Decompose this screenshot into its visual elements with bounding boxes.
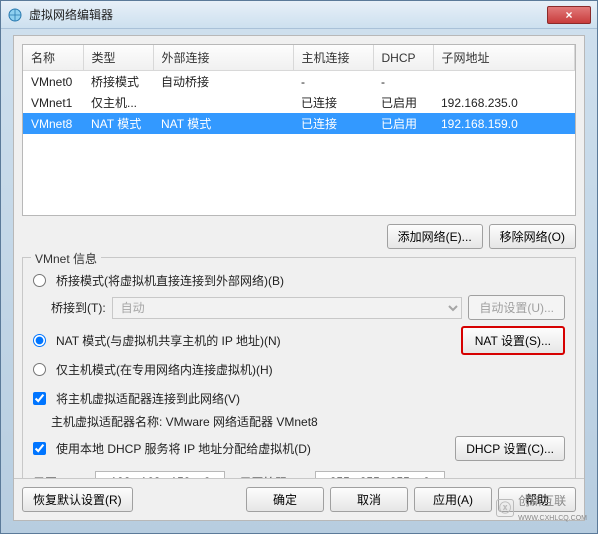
nat-settings-button[interactable]: NAT 设置(S)... — [461, 326, 565, 355]
close-icon: × — [565, 8, 572, 22]
bridge-to-select: 自动 — [112, 297, 463, 319]
cell: 已启用 — [373, 113, 433, 134]
col-dhcp[interactable]: DHCP — [373, 45, 433, 71]
col-subnet[interactable]: 子网地址 — [433, 45, 575, 71]
cell: VMnet0 — [23, 71, 83, 93]
cell: - — [373, 71, 433, 93]
help-button[interactable]: 帮助 — [498, 487, 576, 512]
connect-host-label: 将主机虚拟适配器连接到此网络(V) — [56, 390, 240, 407]
virtual-network-editor-window: 虚拟网络编辑器 × 名称 类型 外部连接 主机连接 DHCP 子网地址 — [0, 0, 598, 534]
use-dhcp-label: 使用本地 DHCP 服务将 IP 地址分配给虚拟机(D) — [56, 440, 311, 457]
connect-host-checkbox[interactable] — [33, 392, 46, 405]
window-title: 虚拟网络编辑器 — [29, 6, 547, 23]
col-type[interactable]: 类型 — [83, 45, 153, 71]
cell: - — [293, 71, 373, 93]
table-row[interactable]: VMnet1 仅主机... 已连接 已启用 192.168.235.0 — [23, 92, 575, 113]
cell — [433, 71, 575, 93]
cell — [153, 92, 293, 113]
apply-button[interactable]: 应用(A) — [414, 487, 492, 512]
cell: VMnet8 — [23, 113, 83, 134]
remove-network-button[interactable]: 移除网络(O) — [489, 224, 576, 249]
content-area: 名称 类型 外部连接 主机连接 DHCP 子网地址 VMnet0 桥接模式 自动… — [13, 35, 585, 521]
nat-mode-row: NAT 模式(与虚拟机共享主机的 IP 地址)(N) NAT 设置(S)... — [33, 326, 565, 355]
vmnet-info-group: VMnet 信息 桥接模式(将虚拟机直接连接到外部网络)(B) 桥接到(T): … — [22, 257, 576, 510]
ok-button[interactable]: 确定 — [246, 487, 324, 512]
cell: 桥接模式 — [83, 71, 153, 93]
cell: 仅主机... — [83, 92, 153, 113]
cell: 192.168.159.0 — [433, 113, 575, 134]
bridge-radio-label: 桥接模式(将虚拟机直接连接到外部网络)(B) — [56, 272, 284, 289]
adapter-name-row: 主机虚拟适配器名称: VMware 网络适配器 VMnet8 — [51, 413, 565, 430]
hostonly-mode-row: 仅主机模式(在专用网络内连接虚拟机)(H) — [33, 361, 565, 378]
bridge-to-row: 桥接到(T): 自动 自动设置(U)... — [51, 295, 565, 320]
close-button[interactable]: × — [547, 6, 591, 24]
cell: 192.168.235.0 — [433, 92, 575, 113]
cell: 已连接 — [293, 113, 373, 134]
bridge-radio[interactable] — [33, 274, 46, 287]
hostonly-radio-label: 仅主机模式(在专用网络内连接虚拟机)(H) — [56, 361, 273, 378]
app-icon — [7, 7, 23, 23]
table-row[interactable]: VMnet0 桥接模式 自动桥接 - - — [23, 71, 575, 93]
use-dhcp-checkbox[interactable] — [33, 442, 46, 455]
connect-host-row: 将主机虚拟适配器连接到此网络(V) — [33, 390, 565, 407]
cell: VMnet1 — [23, 92, 83, 113]
table-row-selected[interactable]: VMnet8 NAT 模式 NAT 模式 已连接 已启用 192.168.159… — [23, 113, 575, 134]
cancel-button[interactable]: 取消 — [330, 487, 408, 512]
nat-radio[interactable] — [33, 334, 46, 347]
col-host[interactable]: 主机连接 — [293, 45, 373, 71]
nat-radio-label: NAT 模式(与虚拟机共享主机的 IP 地址)(N) — [56, 332, 281, 349]
col-name[interactable]: 名称 — [23, 45, 83, 71]
restore-defaults-button[interactable]: 恢复默认设置(R) — [22, 487, 133, 512]
group-legend: VMnet 信息 — [31, 250, 101, 267]
adapter-name-label: 主机虚拟适配器名称: VMware 网络适配器 VMnet8 — [51, 413, 318, 430]
cell: 自动桥接 — [153, 71, 293, 93]
dhcp-settings-button[interactable]: DHCP 设置(C)... — [455, 436, 565, 461]
table-buttons: 添加网络(E)... 移除网络(O) — [22, 224, 576, 249]
table-header-row: 名称 类型 外部连接 主机连接 DHCP 子网地址 — [23, 45, 575, 71]
cell: 已启用 — [373, 92, 433, 113]
add-network-button[interactable]: 添加网络(E)... — [387, 224, 483, 249]
titlebar: 虚拟网络编辑器 × — [1, 1, 597, 29]
network-table[interactable]: 名称 类型 外部连接 主机连接 DHCP 子网地址 VMnet0 桥接模式 自动… — [22, 44, 576, 216]
bridge-to-label: 桥接到(T): — [51, 299, 106, 316]
col-ext[interactable]: 外部连接 — [153, 45, 293, 71]
cell: NAT 模式 — [83, 113, 153, 134]
bridge-mode-row: 桥接模式(将虚拟机直接连接到外部网络)(B) — [33, 272, 565, 289]
hostonly-radio[interactable] — [33, 363, 46, 376]
use-dhcp-row: 使用本地 DHCP 服务将 IP 地址分配给虚拟机(D) DHCP 设置(C).… — [33, 436, 565, 461]
cell: 已连接 — [293, 92, 373, 113]
bottom-bar: 恢复默认设置(R) 确定 取消 应用(A) 帮助 — [14, 478, 584, 520]
auto-settings-button: 自动设置(U)... — [468, 295, 565, 320]
cell: NAT 模式 — [153, 113, 293, 134]
